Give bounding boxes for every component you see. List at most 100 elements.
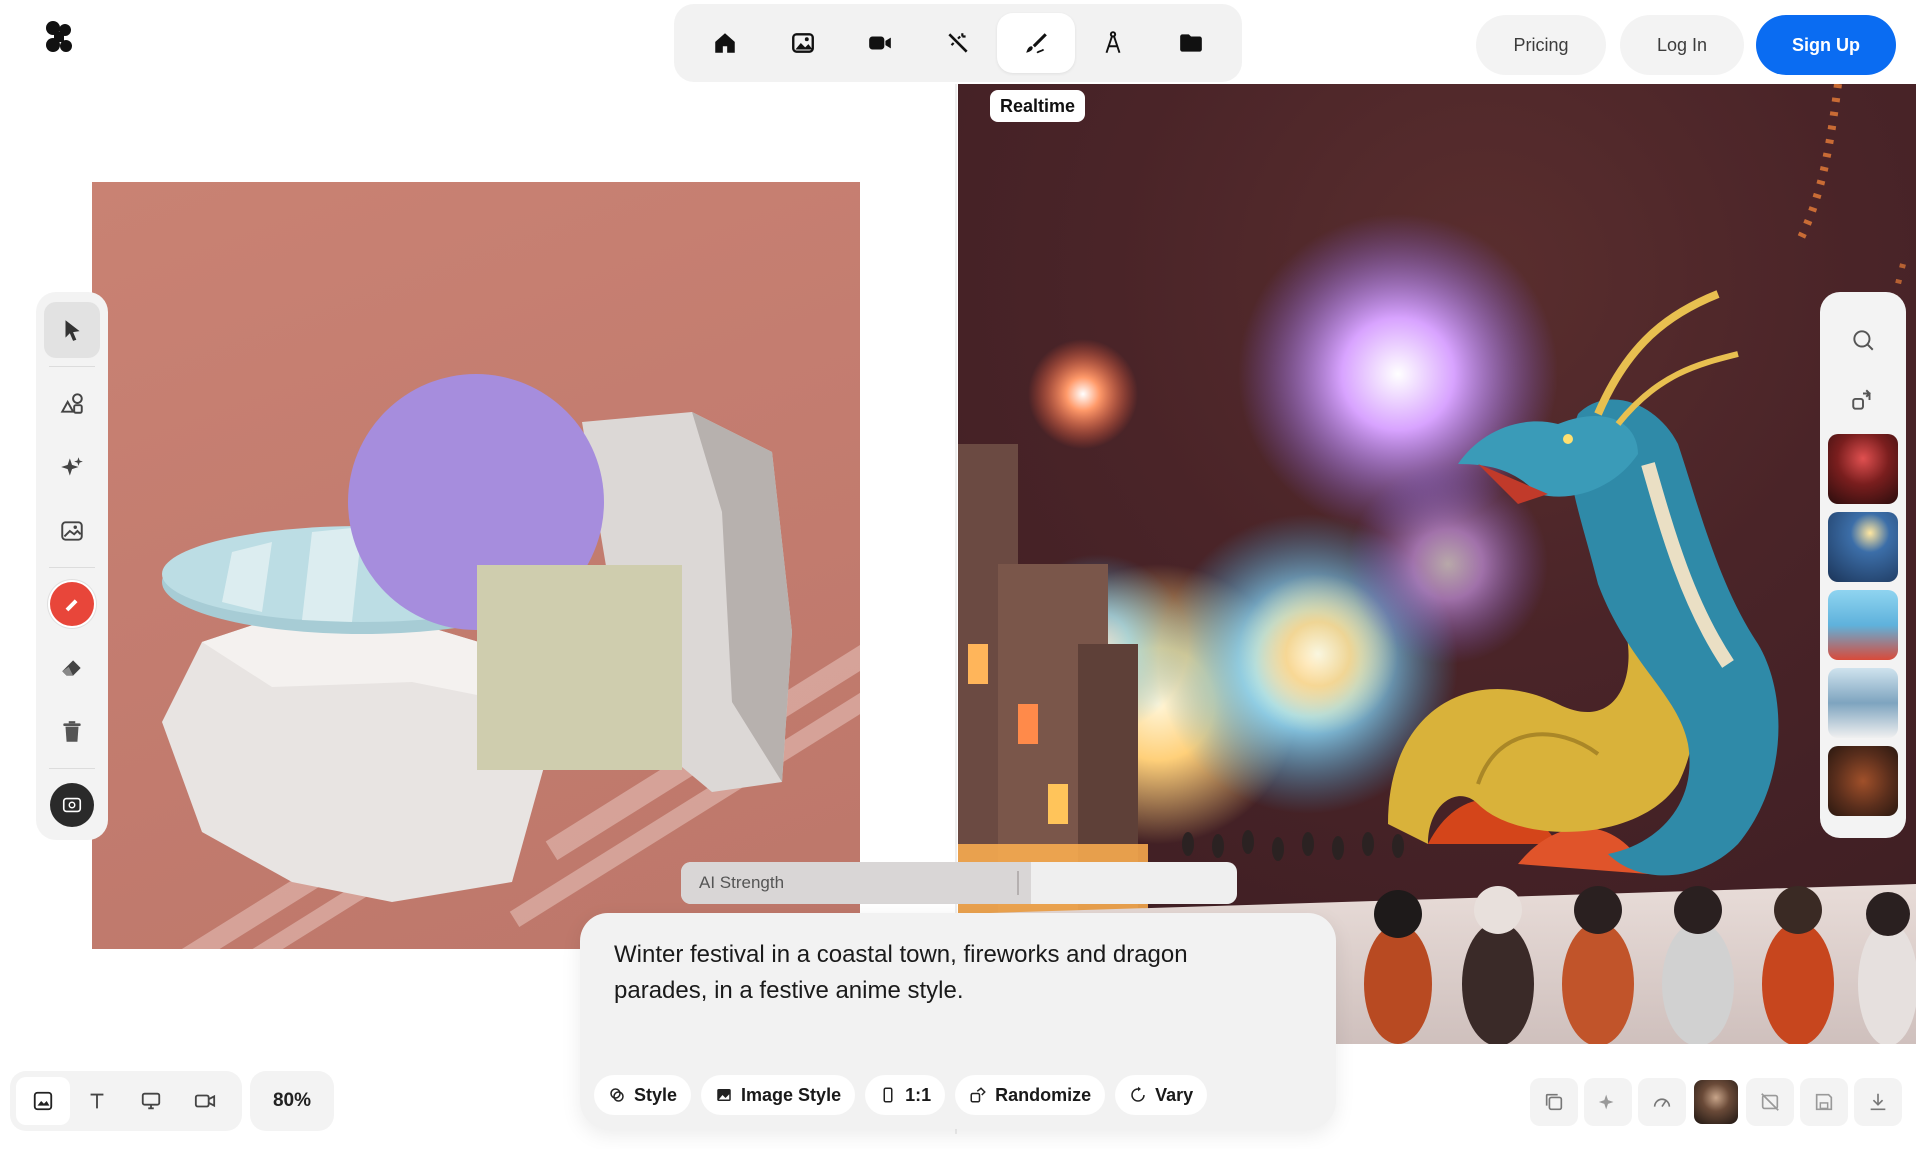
output-toolbar — [1530, 1078, 1902, 1126]
sparkle-icon — [61, 457, 83, 476]
background-icon — [62, 797, 82, 813]
image-mode-button[interactable] — [16, 1077, 70, 1125]
image-style-chip[interactable]: Image Style — [701, 1075, 856, 1115]
top-nav — [674, 4, 1242, 82]
image-icon — [61, 521, 83, 541]
prompt-input[interactable]: Winter festival in a coastal town, firew… — [614, 937, 1254, 1009]
tool-separator — [49, 366, 95, 367]
compass-draw-icon — [1106, 31, 1121, 54]
text-mode-button[interactable] — [70, 1077, 124, 1125]
save-icon — [1815, 1093, 1833, 1111]
save-button[interactable] — [1800, 1078, 1848, 1126]
search-icon — [1853, 330, 1874, 351]
shapes-icon — [60, 393, 83, 414]
style-thumbnail[interactable] — [1828, 746, 1898, 816]
pricing-button[interactable]: Pricing — [1476, 15, 1606, 75]
randomize-chip[interactable]: Randomize — [955, 1075, 1106, 1115]
magic-wand-icon — [948, 33, 968, 53]
image-mode-icon — [33, 1091, 53, 1111]
style-chip[interactable]: Style — [594, 1075, 692, 1115]
screen-icon — [141, 1092, 161, 1110]
search-styles-button[interactable] — [1843, 320, 1883, 360]
background-tool[interactable] — [44, 777, 100, 833]
swap-icon — [1852, 389, 1871, 410]
video-mode-icon — [194, 1094, 216, 1108]
select-tool[interactable] — [44, 302, 100, 358]
ai-strength-label: AI Strength — [699, 873, 785, 892]
right-style-panel — [1820, 292, 1906, 838]
text-icon — [90, 1093, 104, 1109]
brush-color-swatch[interactable] — [50, 582, 94, 626]
nav-train[interactable] — [1075, 13, 1153, 73]
aspect-ratio-label: 1:1 — [905, 1084, 932, 1105]
image-style-chip-label: Image Style — [741, 1084, 842, 1105]
shapes-tool[interactable] — [44, 375, 100, 431]
nav-image[interactable] — [764, 13, 842, 73]
speed-gauge-icon — [1653, 1098, 1671, 1108]
aspect-ratio-chip[interactable]: 1:1 — [865, 1075, 946, 1115]
input-scene — [162, 374, 792, 902]
input-canvas[interactable] — [92, 182, 860, 949]
brush-color-icon — [65, 599, 78, 612]
nav-video[interactable] — [841, 13, 919, 73]
eraser-tool[interactable] — [44, 640, 100, 696]
background-swatch[interactable] — [50, 783, 94, 827]
randomize-label: Randomize — [995, 1084, 1092, 1105]
avatar[interactable] — [1694, 1080, 1738, 1124]
style-chip-label: Style — [634, 1084, 678, 1105]
prompt-box[interactable]: Winter festival in a coastal town, firew… — [580, 913, 1336, 1129]
nav-enhance[interactable] — [919, 13, 997, 73]
krea-logo[interactable] — [44, 20, 74, 54]
no-image-icon — [1761, 1093, 1779, 1111]
image-style-icon — [717, 1089, 731, 1101]
ai-strength-slider[interactable]: AI Strength — [681, 862, 1237, 904]
hide-image-button[interactable] — [1746, 1078, 1794, 1126]
randomize-icon — [970, 1087, 986, 1103]
style-thumbnail[interactable] — [1828, 668, 1898, 738]
refresh-icon — [1131, 1086, 1145, 1102]
vary-label: Vary — [1155, 1084, 1194, 1105]
video-camera-icon — [869, 36, 892, 50]
login-button[interactable]: Log In — [1620, 15, 1744, 75]
home-icon — [715, 33, 735, 53]
style-icon — [610, 1088, 624, 1102]
zoom-level[interactable]: 80% — [250, 1071, 334, 1131]
video-mode-button[interactable] — [178, 1077, 232, 1125]
left-tool-panel — [36, 292, 108, 840]
download-button[interactable] — [1854, 1078, 1902, 1126]
tool-separator — [49, 768, 95, 769]
ai-generate-tool[interactable] — [44, 439, 100, 495]
delete-tool[interactable] — [44, 704, 100, 760]
sparkle-enhance-icon — [1598, 1094, 1614, 1110]
vary-chip[interactable]: Vary — [1115, 1075, 1208, 1115]
brush-pen-icon — [1025, 33, 1047, 54]
cursor-arrow-icon — [65, 320, 80, 341]
mode-toolbar — [10, 1071, 242, 1131]
nav-realtime[interactable] — [996, 13, 1075, 73]
enhance-button[interactable] — [1584, 1078, 1632, 1126]
realtime-badge: Realtime — [990, 90, 1086, 122]
eraser-icon — [62, 660, 81, 676]
copy-layers-icon — [1545, 1093, 1563, 1111]
folder-icon — [1180, 34, 1203, 52]
speed-button[interactable] — [1638, 1078, 1686, 1126]
prompt-options: Style Image Style 1:1 Randomize Vary — [594, 1075, 1208, 1115]
nav-assets[interactable] — [1152, 13, 1230, 73]
aspect-ratio-icon — [883, 1087, 893, 1103]
nav-home[interactable] — [686, 13, 764, 73]
image-icon — [791, 33, 814, 53]
signup-button[interactable]: Sign Up — [1756, 15, 1896, 75]
copy-layers-button[interactable] — [1530, 1078, 1578, 1126]
ai-strength-handle[interactable] — [1017, 871, 1020, 895]
style-thumbnail[interactable] — [1828, 590, 1898, 660]
download-icon — [1870, 1093, 1886, 1111]
trash-icon — [63, 721, 81, 742]
image-tool[interactable] — [44, 503, 100, 559]
style-thumbnail[interactable] — [1828, 512, 1898, 582]
app-root: Pricing Log In Sign Up Realtime AI Stren… — [0, 0, 1920, 1149]
style-thumbnail[interactable] — [1828, 434, 1898, 504]
tool-separator — [49, 567, 95, 568]
swap-style-button[interactable] — [1843, 380, 1883, 420]
brush-tool[interactable] — [44, 576, 100, 632]
screen-mode-button[interactable] — [124, 1077, 178, 1125]
